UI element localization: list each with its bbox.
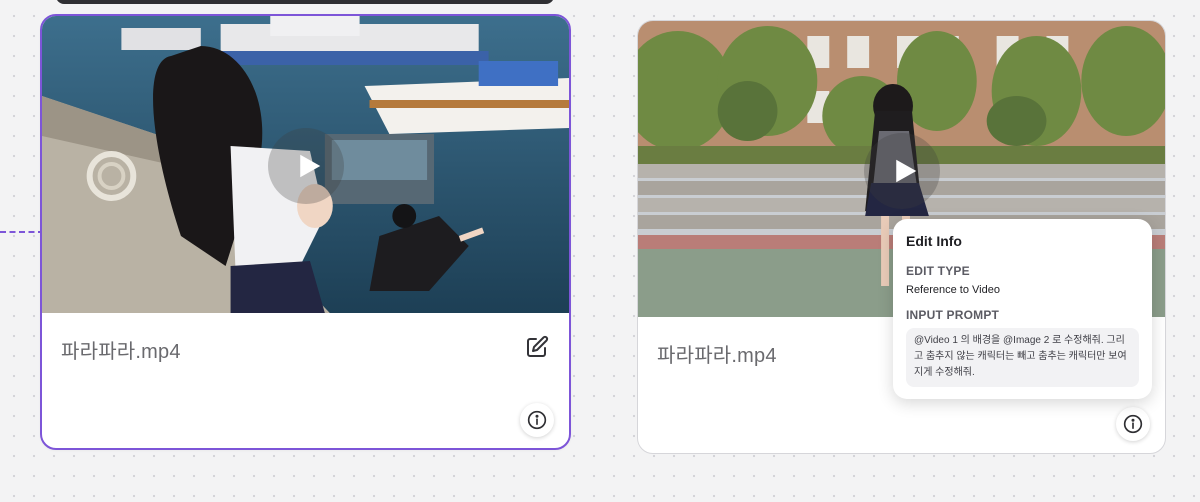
info-icon [1123, 414, 1143, 434]
info-icon [527, 410, 547, 430]
play-icon [895, 159, 916, 183]
video-filename: 파라파라.mp4 [61, 341, 181, 363]
input-prompt-value: @Video 1 의 배경을 @Image 2 로 수정해줘. 그리고 춤추지 … [906, 328, 1139, 387]
info-button[interactable] [1116, 407, 1150, 441]
edit-type-value: Reference to Video [906, 284, 1000, 296]
node-connector-line [0, 231, 44, 233]
video-thumbnail-harbor[interactable] [42, 16, 569, 313]
video-card-selected[interactable]: 파라파라.mp4 [40, 14, 571, 450]
popover-title: Edit Info [906, 233, 962, 249]
play-button[interactable] [864, 133, 940, 209]
play-button[interactable] [268, 128, 344, 204]
play-icon [299, 154, 320, 178]
edit-info-popover: Edit Info EDIT TYPE Reference to Video I… [893, 219, 1152, 399]
video-filename: 파라파라.mp4 [657, 345, 777, 367]
edit-button[interactable] [525, 335, 549, 359]
edit-icon [527, 335, 549, 357]
info-button[interactable] [520, 403, 554, 437]
edit-type-label: EDIT TYPE [906, 264, 970, 278]
top-toolbar-edge [56, 0, 554, 4]
input-prompt-label: INPUT PROMPT [906, 308, 1000, 322]
